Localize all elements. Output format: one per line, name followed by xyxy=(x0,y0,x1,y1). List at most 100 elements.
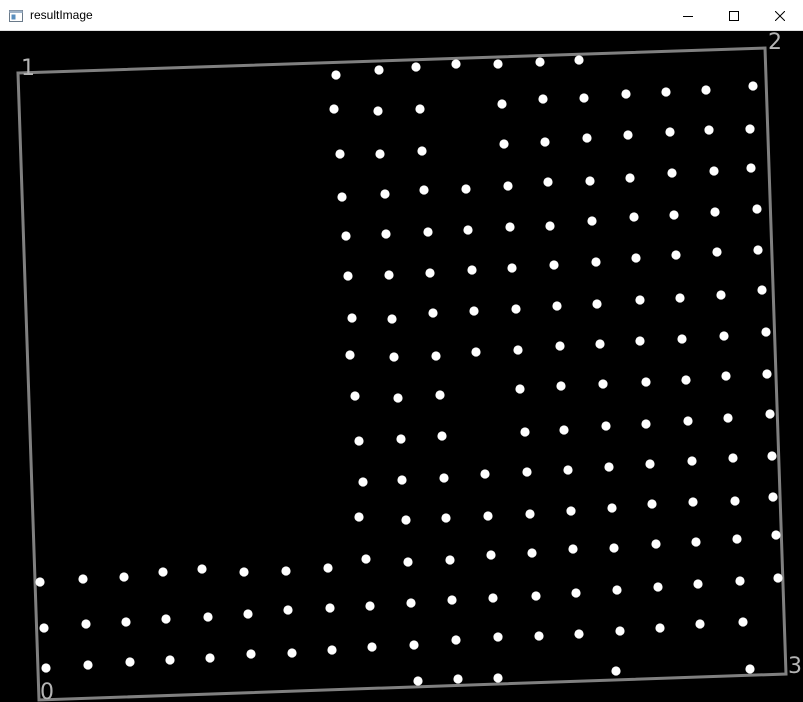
grid-dot xyxy=(78,574,88,584)
image-background xyxy=(0,31,803,702)
grid-dot xyxy=(525,509,535,519)
window-title: resultImage xyxy=(30,8,93,22)
grid-dot xyxy=(463,225,473,235)
grid-dot xyxy=(669,210,679,220)
grid-dot xyxy=(513,345,523,355)
grid-dot xyxy=(693,579,703,589)
grid-dot xyxy=(497,99,507,109)
grid-dot xyxy=(493,673,503,683)
grid-dot xyxy=(425,268,435,278)
grid-dot xyxy=(375,149,385,159)
grid-dot xyxy=(641,377,651,387)
grid-dot xyxy=(511,304,521,314)
app-icon xyxy=(9,9,23,22)
grid-dot xyxy=(721,371,731,381)
grid-dot xyxy=(347,313,357,323)
minimize-button[interactable] xyxy=(665,0,711,31)
grid-dot xyxy=(393,393,403,403)
grid-dot xyxy=(695,619,705,629)
grid-dot xyxy=(771,530,781,540)
grid-dot xyxy=(337,192,347,202)
grid-dot xyxy=(612,585,622,595)
grid-dot xyxy=(41,663,51,673)
grid-dot xyxy=(761,327,771,337)
grid-dot xyxy=(380,189,390,199)
grid-dot xyxy=(205,653,215,663)
grid-dot xyxy=(445,555,455,565)
grid-dot xyxy=(423,227,433,237)
grid-dot xyxy=(585,176,595,186)
grid-dot xyxy=(503,181,513,191)
grid-dot xyxy=(582,133,592,143)
grid-dot xyxy=(283,605,293,615)
grid-dot xyxy=(367,642,377,652)
grid-dot xyxy=(467,265,477,275)
grid-dot xyxy=(345,350,355,360)
grid-dot xyxy=(730,496,740,506)
grid-dot xyxy=(125,657,135,667)
grid-dot xyxy=(384,270,394,280)
grid-dot xyxy=(419,185,429,195)
grid-dot xyxy=(598,379,608,389)
grid-dot xyxy=(406,598,416,608)
grid-dot xyxy=(762,369,772,379)
grid-dot xyxy=(675,293,685,303)
grid-dot xyxy=(358,477,368,487)
grid-dot xyxy=(534,631,544,641)
corner-label-3: 3 xyxy=(788,654,802,679)
grid-dot xyxy=(748,81,758,91)
grid-dot xyxy=(653,582,663,592)
grid-dot xyxy=(403,557,413,567)
corner-label-2: 2 xyxy=(768,31,782,55)
grid-dot xyxy=(587,216,597,226)
grid-dot xyxy=(439,473,449,483)
grid-dot xyxy=(350,391,360,401)
grid-dot xyxy=(329,104,339,114)
window-titlebar[interactable]: resultImage xyxy=(0,0,803,31)
minimize-icon xyxy=(683,11,693,21)
grid-dot xyxy=(161,614,171,624)
grid-dot xyxy=(413,676,423,686)
grid-dot xyxy=(704,125,714,135)
grid-dot xyxy=(571,588,581,598)
grid-dot xyxy=(574,629,584,639)
grid-dot xyxy=(505,222,515,232)
grid-dot xyxy=(738,617,748,627)
grid-dot xyxy=(428,308,438,318)
grid-dot xyxy=(719,331,729,341)
grid-dot xyxy=(677,334,687,344)
grid-dot xyxy=(441,513,451,523)
grid-dot xyxy=(527,548,537,558)
grid-dot xyxy=(631,253,641,263)
grid-dot xyxy=(552,301,562,311)
grid-dot xyxy=(732,534,742,544)
grid-dot xyxy=(331,70,341,80)
grid-dot xyxy=(451,635,461,645)
grid-dot xyxy=(239,567,249,577)
grid-dot xyxy=(647,499,657,509)
grid-dot xyxy=(335,149,345,159)
maximize-icon xyxy=(729,10,739,21)
grid-dot xyxy=(591,257,601,267)
grid-dot xyxy=(431,351,441,361)
grid-dot xyxy=(507,263,517,273)
grid-dot xyxy=(243,609,253,619)
grid-dot xyxy=(753,245,763,255)
grid-dot xyxy=(765,409,775,419)
grid-dot xyxy=(165,655,175,665)
close-button[interactable] xyxy=(757,0,803,31)
grid-dot xyxy=(327,645,337,655)
grid-dot xyxy=(515,384,525,394)
grid-dot xyxy=(531,591,541,601)
grid-dot xyxy=(615,626,625,636)
grid-dot xyxy=(683,416,693,426)
grid-dot xyxy=(625,173,635,183)
grid-dot xyxy=(158,567,168,577)
grid-dot xyxy=(81,619,91,629)
grid-dot xyxy=(417,146,427,156)
grid-dot xyxy=(437,431,447,441)
grid-dot xyxy=(389,352,399,362)
grid-dot xyxy=(655,623,665,633)
maximize-button[interactable] xyxy=(711,0,757,31)
grid-dot xyxy=(595,339,605,349)
